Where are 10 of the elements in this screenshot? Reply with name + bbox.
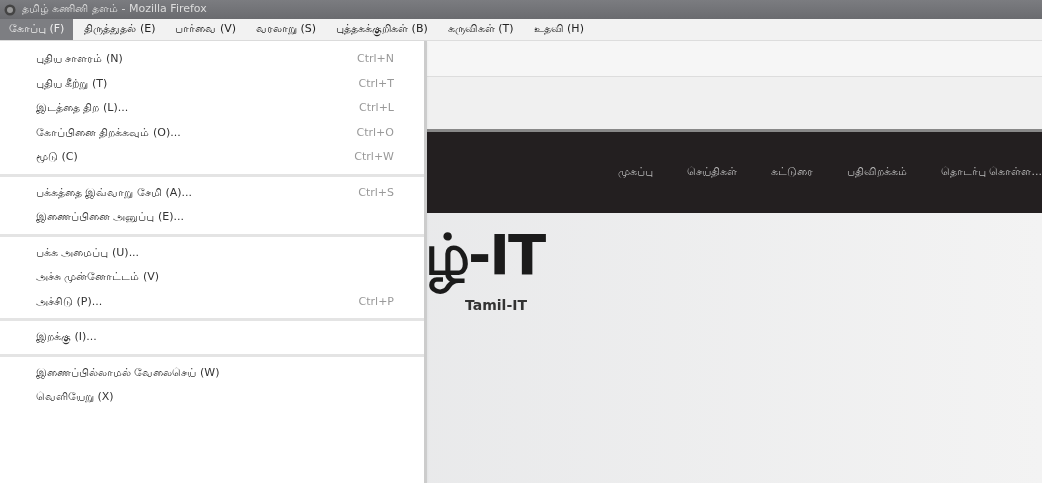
logo-subtitle: Tamil-IT xyxy=(465,295,527,315)
shortcut-label: Ctrl+O xyxy=(356,124,394,141)
window-title: தமிழ் கணினி தளம் - Mozilla Firefox xyxy=(22,1,207,18)
shortcut-label: Ctrl+T xyxy=(358,75,394,92)
shortcut-label: Ctrl+W xyxy=(354,149,394,165)
shortcut-label: Ctrl+P xyxy=(358,293,394,310)
site-logo: ழ்-IT xyxy=(425,217,545,293)
shortcut-label: Ctrl+L xyxy=(359,100,394,116)
shortcut-label: Ctrl+N xyxy=(356,51,394,67)
shortcut-label: Ctrl+S xyxy=(358,184,394,201)
